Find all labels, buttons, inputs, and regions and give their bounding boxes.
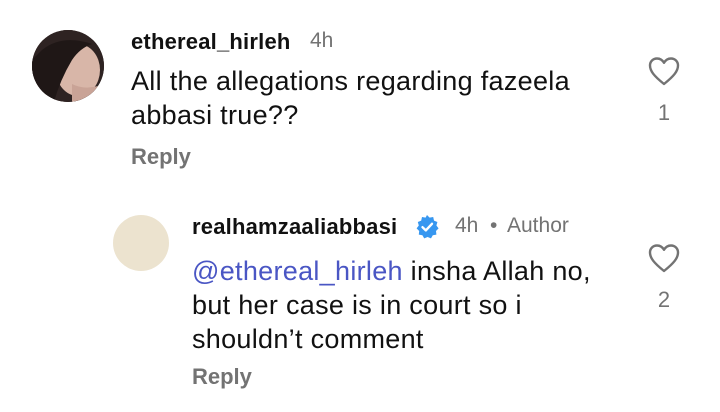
reply-button[interactable]: Reply <box>192 364 252 390</box>
avatar-photo <box>32 30 104 102</box>
reply-button[interactable]: Reply <box>131 144 191 170</box>
like-count: 1 <box>657 100 671 125</box>
comment-username[interactable]: realhamzaaliabbasi <box>192 214 397 240</box>
comment-text: All the allegations regarding fazeela ab… <box>131 66 570 130</box>
verified-badge-icon <box>416 215 439 239</box>
avatar[interactable] <box>32 30 104 102</box>
comment-username[interactable]: ethereal_hirleh <box>131 29 291 55</box>
comment-text: @ethereal_hirleh insha Allah no, but her… <box>192 254 632 356</box>
comment-timestamp: 4h <box>455 214 479 237</box>
heart-icon[interactable] <box>648 243 680 273</box>
heart-icon[interactable] <box>648 56 680 86</box>
author-label: Author <box>507 214 569 237</box>
like-count: 2 <box>657 287 671 312</box>
avatar[interactable] <box>113 215 169 271</box>
meta-separator: • <box>490 214 498 237</box>
comment-timestamp: 4h <box>310 29 334 52</box>
mention-link[interactable]: @ethereal_hirleh <box>192 256 403 286</box>
